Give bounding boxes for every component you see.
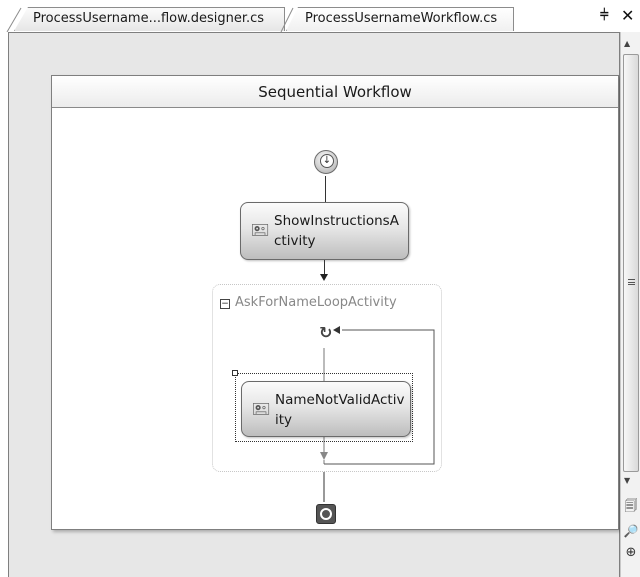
window-position-icon[interactable]: ⫩ xyxy=(600,6,609,24)
grip-icon xyxy=(628,279,635,285)
activity-label: NameNotValidActivity xyxy=(275,392,405,428)
find-icon[interactable]: 🔎 xyxy=(623,523,639,539)
close-icon[interactable]: ✕ xyxy=(621,6,634,25)
loop-back-path xyxy=(320,326,435,502)
activity-name-not-valid[interactable]: 🖭 NameNotValidActivity xyxy=(241,381,411,437)
vertical-scrollbar[interactable]: ▲ ▼ 🗐 🔎 ⊕ xyxy=(620,32,640,577)
sequential-workflow[interactable]: Sequential Workflow ↓ 🖭 ShowInstructions… xyxy=(51,75,619,530)
tab-designer-cs[interactable]: ProcessUsername...flow.designer.cs xyxy=(14,7,285,31)
scroll-down-icon[interactable]: ▼ xyxy=(624,476,630,485)
code-activity-icon: 🖭 xyxy=(252,400,270,418)
tab-label: ProcessUsername...flow.designer.cs xyxy=(33,11,265,26)
scroll-up-icon[interactable]: ▲ xyxy=(624,39,630,48)
tab-label: ProcessUsernameWorkflow.cs xyxy=(305,11,498,26)
workflow-end-icon[interactable] xyxy=(316,504,336,524)
bookmark-icon[interactable]: 🗐 xyxy=(623,499,639,515)
zoom-icon[interactable]: ⊕ xyxy=(623,545,639,561)
selection-handle[interactable] xyxy=(232,370,238,376)
scrollbar-thumb[interactable] xyxy=(623,54,639,472)
workflow-designer-surface[interactable]: Sequential Workflow ↓ 🖭 ShowInstructions… xyxy=(8,32,620,577)
tab-workflow-cs[interactable]: ProcessUsernameWorkflow.cs xyxy=(286,7,514,31)
document-tab-strip: ProcessUsername...flow.designer.cs Proce… xyxy=(0,0,640,32)
